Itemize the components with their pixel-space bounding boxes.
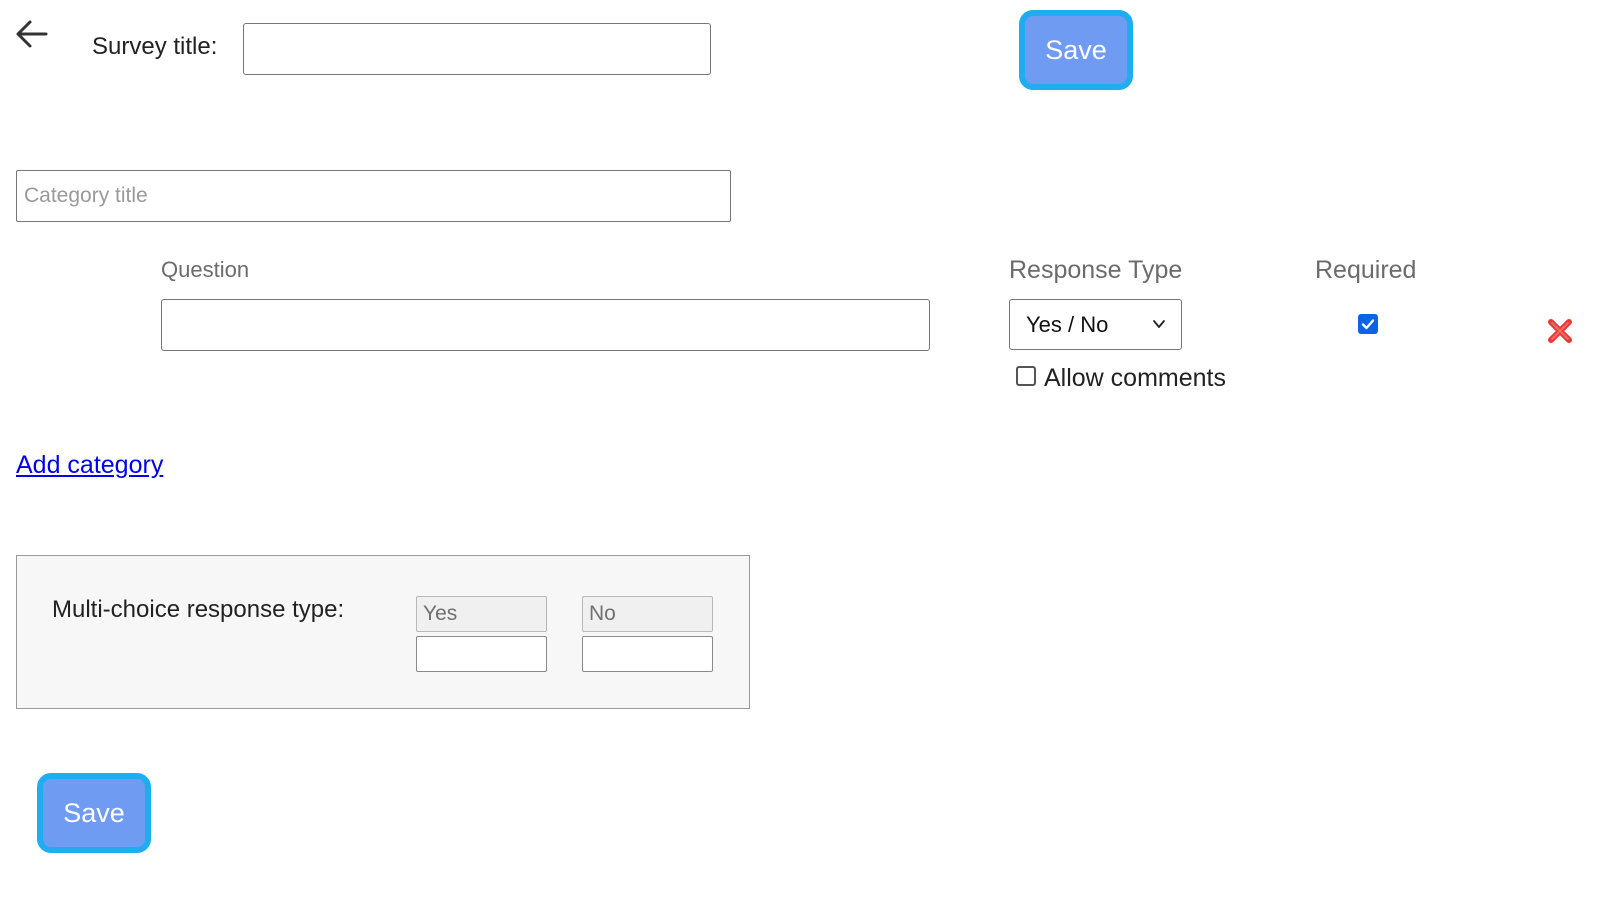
allow-comments-label: Allow comments — [1044, 364, 1226, 392]
response-type-selected-value: Yes / No — [1026, 311, 1109, 337]
save-button-top[interactable]: Save — [1019, 10, 1133, 90]
multi-choice-custom-no-input[interactable] — [582, 636, 713, 672]
checkmark-icon — [1361, 319, 1375, 330]
multi-choice-label: Multi-choice response type: — [52, 596, 345, 623]
response-type-column-label: Response Type — [1009, 256, 1183, 284]
multi-choice-preset-yes — [416, 596, 547, 632]
save-button-bottom[interactable]: Save — [37, 773, 151, 853]
survey-title-input[interactable] — [243, 23, 711, 75]
allow-comments-checkbox[interactable] — [1016, 366, 1036, 386]
add-category-link[interactable]: Add category — [16, 451, 163, 480]
question-input[interactable] — [161, 299, 930, 351]
required-checkbox[interactable] — [1358, 314, 1378, 334]
required-column-label: Required — [1315, 256, 1417, 284]
chevron-down-icon — [1153, 320, 1165, 328]
multi-choice-preset-no — [582, 596, 713, 632]
multi-choice-custom-yes-input[interactable] — [416, 636, 547, 672]
response-type-select[interactable]: Yes / No — [1009, 299, 1182, 350]
red-x-delete-icon — [1548, 319, 1572, 343]
question-column-label: Question — [161, 257, 250, 282]
arrow-left-icon — [16, 20, 48, 48]
category-title-input[interactable] — [16, 170, 731, 222]
back-button[interactable] — [12, 14, 52, 54]
survey-title-label: Survey title: — [92, 33, 218, 60]
delete-question-button[interactable] — [1547, 318, 1573, 344]
multi-choice-panel — [16, 555, 750, 709]
